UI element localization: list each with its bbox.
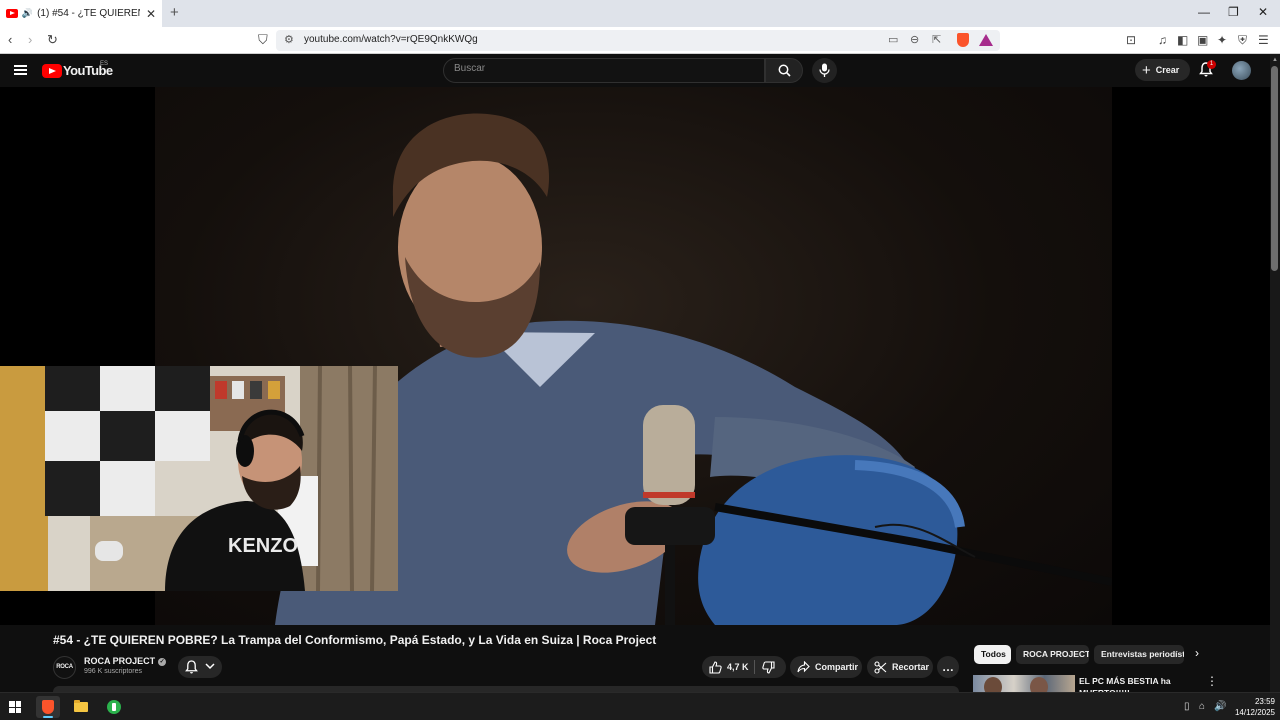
media-icon[interactable]: ♫ (1158, 33, 1167, 47)
create-label: Crear (1155, 65, 1180, 75)
more-vertical-icon[interactable]: ⋮ (1206, 674, 1218, 688)
active-indicator (43, 716, 53, 718)
system-clock[interactable]: 23:59 14/12/2025 (1231, 696, 1275, 718)
brave-shields-icon[interactable] (957, 33, 969, 47)
thumbs-up-icon (709, 660, 722, 674)
youtube-header: YouTube ES + Crear 1 (0, 54, 1270, 87)
bookmark-icon[interactable]: ⛉ (258, 32, 268, 48)
channel-name[interactable]: ROCA PROJECT (84, 656, 155, 666)
voice-search-button[interactable] (812, 58, 837, 83)
close-window-icon[interactable]: ✕ (1258, 5, 1268, 19)
screenshot-icon[interactable]: ⊡ (1126, 33, 1136, 47)
search-button[interactable] (765, 58, 803, 83)
tab-title: (1) #54 - ¿TE QUIEREN POBRE? (37, 8, 140, 19)
subscription-notifications-button[interactable] (178, 656, 222, 678)
brave-browser-icon (42, 700, 54, 714)
chip-entrevistas[interactable]: Entrevistas periodísticas (1094, 645, 1184, 664)
restore-icon[interactable]: ❐ (1228, 5, 1239, 19)
hamburger-menu-icon[interactable] (14, 65, 27, 75)
green-app-icon (107, 700, 121, 714)
recommendation-thumbnail[interactable] (973, 675, 1075, 692)
create-button[interactable]: + Crear (1135, 59, 1190, 81)
network-icon[interactable]: ⌂ (1199, 701, 1205, 712)
audio-playing-icon[interactable]: 🔊 (22, 8, 33, 19)
windows-start-icon[interactable] (9, 701, 21, 713)
microphone-icon (819, 63, 830, 77)
thumbs-down-icon (762, 660, 775, 674)
back-icon[interactable]: ‹ (8, 32, 12, 47)
forward-icon[interactable]: › (28, 32, 32, 47)
volume-icon[interactable]: 🔊 (1214, 701, 1226, 712)
site-settings-icon[interactable]: ⚙ (284, 33, 294, 46)
folder-icon (74, 700, 88, 712)
sidebar-icon[interactable]: ◧ (1177, 33, 1188, 47)
more-horizontal-icon: … (942, 660, 954, 674)
search-box[interactable] (443, 58, 765, 83)
share-page-icon[interactable]: ⇱ (932, 33, 941, 46)
clock-date: 14/12/2025 (1234, 708, 1275, 717)
clock-time: 23:59 (1254, 697, 1275, 706)
account-avatar[interactable] (1232, 61, 1251, 80)
chip-roca-project[interactable]: ROCA PROJECT (1016, 645, 1089, 664)
taskbar-file-explorer-button[interactable] (69, 696, 93, 718)
webcam-scene-illustration: KENZO (0, 366, 398, 591)
scroll-up-arrow-icon[interactable]: ▲ (1272, 57, 1278, 63)
share-label: Compartir (815, 662, 859, 672)
new-tab-button[interactable]: + (170, 4, 179, 21)
subscriber-count: 996 K suscriptores (84, 668, 142, 675)
chip-todos[interactable]: Todos (974, 645, 1011, 664)
search-input[interactable] (454, 63, 754, 74)
reload-icon[interactable]: ↻ (47, 32, 58, 48)
clip-button[interactable]: Recortar (867, 656, 933, 678)
recommendation-thumbnail-image (984, 677, 1048, 692)
plus-icon: + (1142, 61, 1151, 79)
brave-rewards-icon[interactable] (979, 34, 993, 46)
youtube-favicon-icon (6, 9, 18, 18)
taskbar-green-app-button[interactable] (102, 696, 126, 718)
dislike-button[interactable] (762, 656, 780, 678)
youtube-logo-icon[interactable] (42, 64, 62, 78)
region-code: ES (100, 61, 109, 67)
more-actions-button[interactable]: … (937, 656, 959, 678)
like-dislike-group: 4,7 K (702, 656, 786, 678)
scrollbar-thumb[interactable] (1271, 66, 1278, 271)
leo-ai-icon[interactable]: ✦ (1217, 33, 1227, 47)
browser-tab[interactable]: 🔊 (1) #54 - ¿TE QUIEREN POBRE? ✕ (0, 0, 162, 27)
battery-icon[interactable]: ▯ (1184, 701, 1190, 712)
taskbar-brave-button[interactable] (36, 696, 60, 718)
like-divider (754, 660, 755, 674)
chevron-down-icon (205, 663, 215, 670)
svg-text:KENZO: KENZO (228, 535, 298, 557)
minimize-icon[interactable]: — (1198, 5, 1210, 19)
share-button[interactable]: Compartir (790, 656, 862, 678)
share-arrow-icon (797, 661, 810, 673)
like-count: 4,7 K (727, 662, 749, 672)
recommendation-title[interactable]: EL PC MÁS BESTIA ha MUERTO!!!!! (1079, 675, 1189, 692)
zoom-icon[interactable]: ⊖ (910, 33, 919, 46)
url-text[interactable]: youtube.com/watch?v=rQE9QnkKWQg (304, 34, 478, 45)
browser-toolbar: ‹ › ↻ ⛉ ⚙ youtube.com/watch?v=rQE9QnkKWQ… (0, 27, 1280, 54)
video-title: #54 - ¿TE QUIEREN POBRE? La Trampa del C… (53, 633, 657, 647)
address-bar[interactable]: ⚙ youtube.com/watch?v=rQE9QnkKWQg ▭ ⊖ ⇱ (276, 30, 1000, 51)
browser-tab-bar: 🔊 (1) #54 - ¿TE QUIEREN POBRE? ✕ + — ❐ ✕ (0, 0, 1280, 27)
wallet-icon[interactable]: ▣ (1197, 33, 1208, 47)
notification-count-badge: 1 (1207, 60, 1216, 69)
close-tab-icon[interactable]: ✕ (146, 7, 156, 21)
cast-icon[interactable]: ▭ (888, 33, 898, 46)
webcam-overlay: KENZO (0, 366, 398, 591)
windows-taskbar: ▯ ⌂ 🔊 23:59 14/12/2025 (0, 692, 1280, 720)
chevron-right-icon[interactable]: › (1195, 646, 1199, 660)
scissors-icon (874, 660, 887, 674)
verified-check-icon: ✓ (158, 657, 167, 666)
channel-avatar[interactable]: ROCA (53, 656, 76, 679)
clip-label: Recortar (892, 662, 930, 672)
like-button[interactable]: 4,7 K (709, 656, 749, 678)
vpn-icon[interactable]: ⛨ (1238, 33, 1247, 48)
video-player[interactable]: KENZO (0, 87, 1270, 625)
bell-icon (185, 660, 198, 674)
browser-menu-icon[interactable]: ☰ (1258, 33, 1269, 47)
channel-name-link[interactable]: ROCA PROJECT ✓ (84, 656, 167, 666)
search-icon (778, 64, 791, 77)
